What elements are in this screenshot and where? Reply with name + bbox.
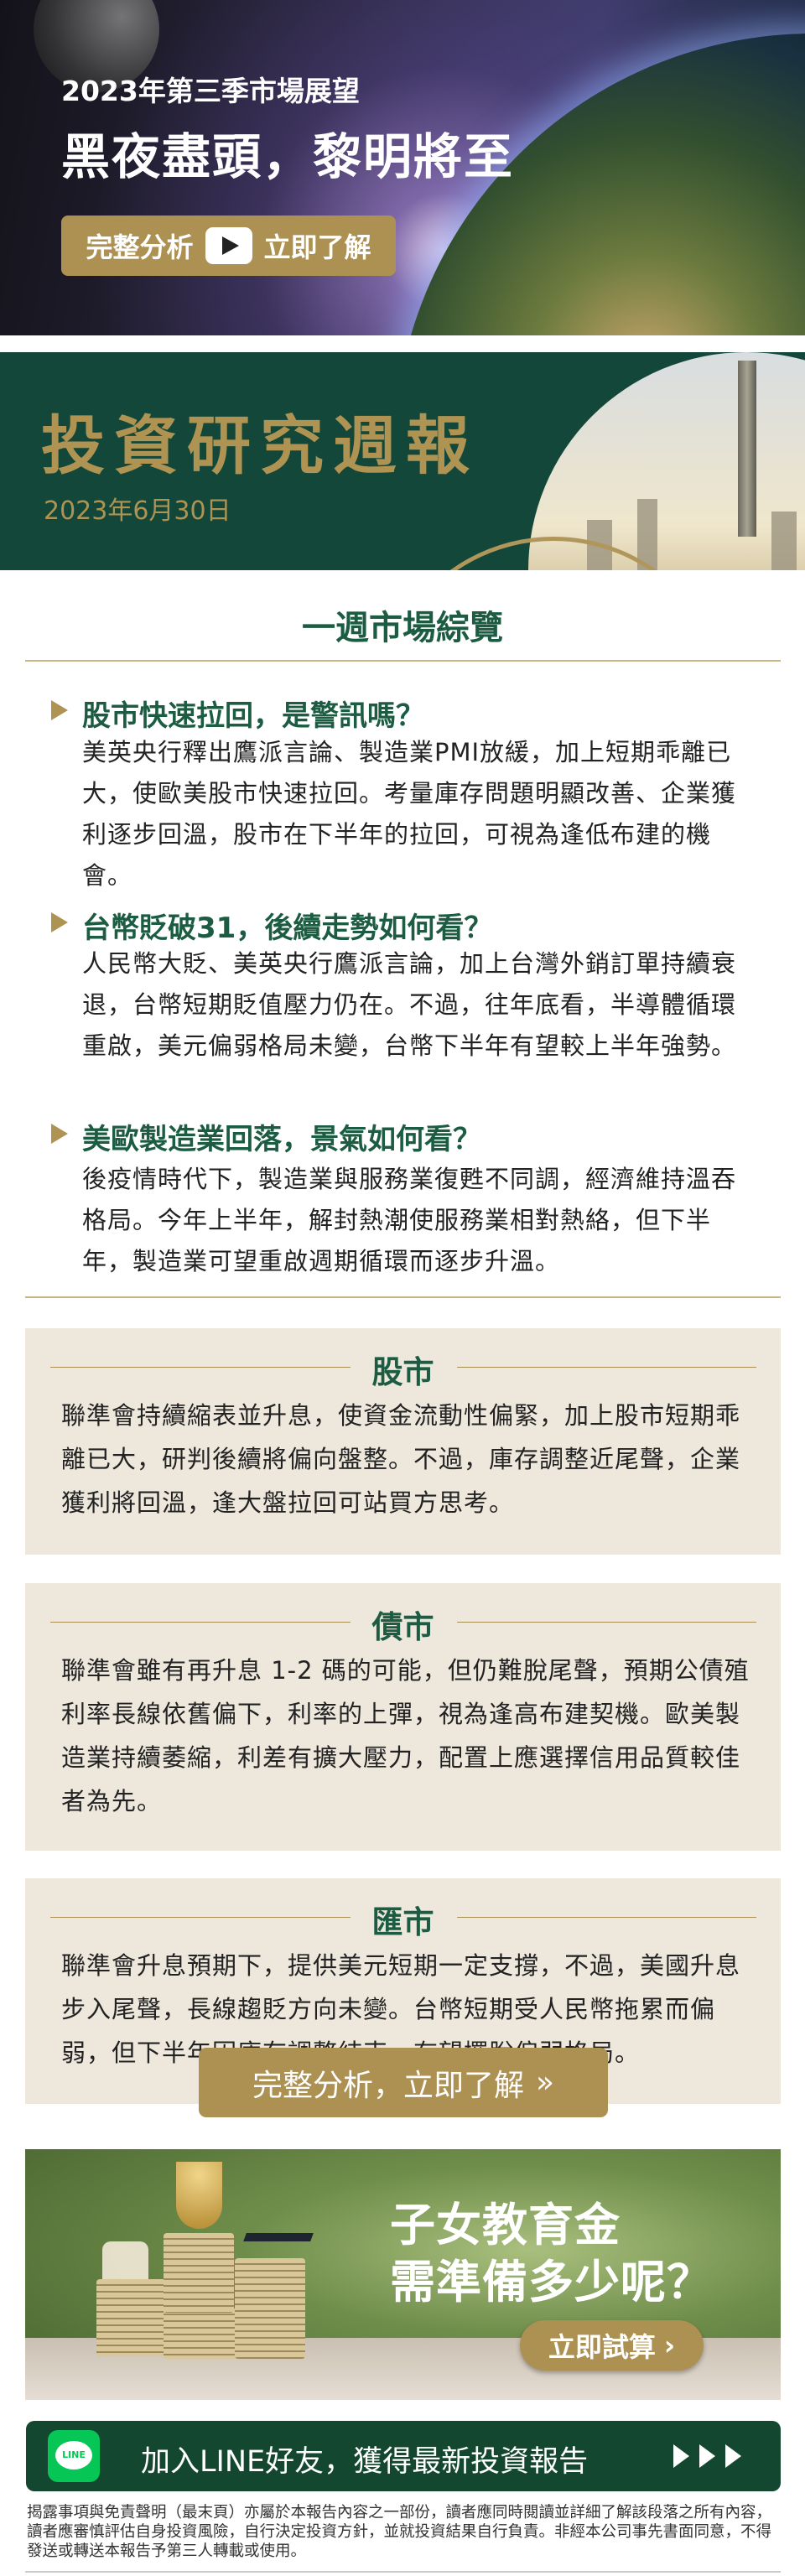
button-label: 立即了解	[263, 231, 371, 263]
hero-banner: 2023年第三季市場展望 黑夜盡頭，黎明將至 完整分析 立即了解	[0, 0, 805, 335]
topic-heading: 台幣貶破31，後續走勢如何看？	[82, 911, 493, 945]
full-analysis-cta-button[interactable]: 完整分析，立即了解 »	[199, 2048, 608, 2117]
topic-heading: 美歐製造業回落，景氣如何看？	[82, 1123, 481, 1156]
edu-title-line2: 需準備多少呢？	[390, 2256, 713, 2309]
card-label: 債市	[371, 1609, 434, 1645]
coin-stack-image	[235, 2258, 305, 2359]
arrow-right-icon	[673, 2444, 689, 2468]
topic-body: 人民幣大貶、美英央行鷹派言論，加上台灣外銷訂單持續衰退，台幣短期貶值壓力仍在。不…	[82, 949, 737, 1060]
taipei-101-image	[738, 361, 756, 537]
building-shape	[771, 512, 797, 570]
trophy-icon	[176, 2162, 222, 2229]
full-analysis-button[interactable]: 完整分析 立即了解	[61, 216, 396, 276]
button-label: 立即試算	[548, 2331, 656, 2363]
triangle-bullet-icon	[51, 912, 68, 932]
divider	[25, 1296, 781, 1298]
family-figure-icon	[102, 2241, 148, 2279]
coin-stack-image	[164, 2309, 239, 2359]
button-label: 完整分析	[86, 231, 194, 263]
double-chevron-right-icon: »	[535, 2065, 555, 2100]
arrow-right-icon	[699, 2444, 715, 2468]
section-title: 一週市場綜覽	[302, 609, 503, 647]
line-friend-button[interactable]: LINE 加入LINE好友，獲得最新投資報告	[26, 2421, 781, 2491]
card-body: 聯準會雖有再升息 1-2 碼的可能，但仍難脫尾聲，預期公債殖利率長線依舊偏下，利…	[61, 1656, 750, 1815]
divider	[25, 660, 781, 662]
hero-subtitle: 2023年第三季市場展望	[61, 75, 360, 107]
graduation-cap-icon	[243, 2233, 314, 2241]
triangle-bullet-icon	[51, 1124, 68, 1144]
line-app-icon: LINE	[48, 2430, 100, 2482]
card-label: 匯市	[371, 1904, 434, 1940]
triangle-bullet-icon	[51, 700, 68, 720]
coin-stack-image	[96, 2279, 170, 2356]
play-icon	[205, 227, 252, 264]
report-title: 投資研究週報	[41, 408, 479, 483]
education-fund-banner[interactable]: 子女教育金 需準備多少呢？ 立即試算 ›	[25, 2149, 781, 2400]
arrow-right-icon	[725, 2444, 741, 2468]
card-label: 股市	[371, 1354, 434, 1390]
coin-stack-image	[164, 2233, 234, 2313]
chevron-right-icon: ›	[663, 2329, 676, 2361]
topic-body: 後疫情時代下，製造業與服務業復甦不同調，經濟維持溫吞格局。今年上半年，解封熱潮使…	[82, 1165, 737, 1275]
calculate-now-button[interactable]: 立即試算 ›	[520, 2320, 704, 2371]
button-label: 完整分析，立即了解	[252, 2068, 524, 2103]
card-body: 聯準會持續縮表並升息，使資金流動性偏緊，加上股市短期乖離已大，研判後續將偏向盤整…	[61, 1401, 741, 1517]
disclaimer: 揭露事項與免責聲明（最末頁）亦屬於本報告內容之一部份，讀者應同時閱讀並詳細了解該…	[27, 2504, 772, 2560]
line-cta-label: 加入LINE好友，獲得最新投資報告	[141, 2445, 589, 2479]
hero-title: 黑夜盡頭，黎明將至	[61, 128, 515, 185]
topic-heading: 股市快速拉回，是警訊嗎？	[82, 699, 424, 733]
topic-body: 美英央行釋出鷹派言論、製造業PMI放緩，加上短期乖離已大，使歐美股市快速拉回。考…	[82, 738, 737, 890]
market-card-bonds: 債市 聯準會雖有再升息 1-2 碼的可能，但仍難脫尾聲，預期公債殖利率長線依舊偏…	[25, 1583, 781, 1851]
divider	[25, 2571, 781, 2573]
market-card-stocks: 股市 聯準會持續縮表並升息，使資金流動性偏緊，加上股市短期乖離已大，研判後續將偏…	[25, 1328, 781, 1555]
report-date: 2023年6月30日	[44, 496, 231, 526]
line-icon-text: LINE	[55, 2441, 92, 2470]
